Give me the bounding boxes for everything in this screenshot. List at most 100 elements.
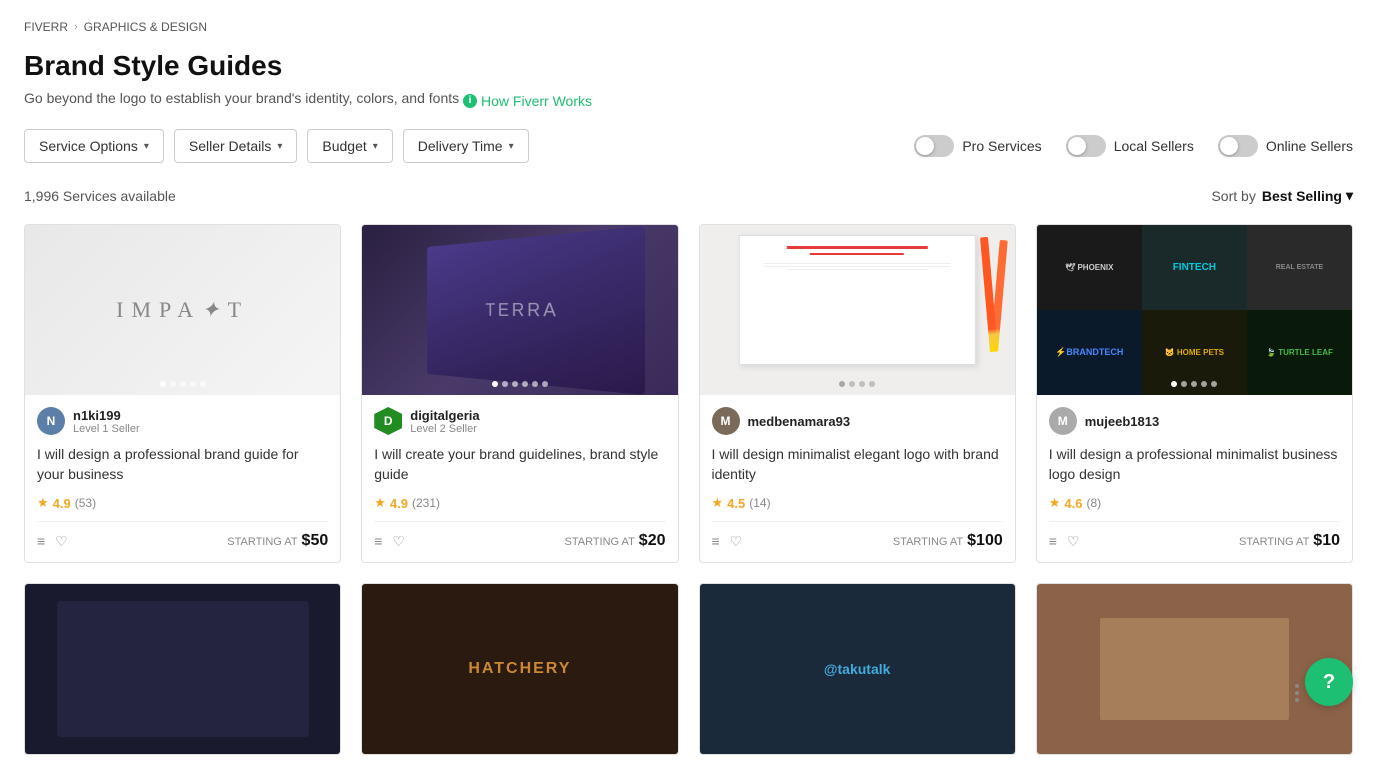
card-actions-2: ≡ ♡ (712, 533, 743, 550)
seller-name-0: n1ki199 (73, 408, 140, 423)
seller-meta-0: n1ki199 Level 1 Seller (73, 408, 140, 435)
price-1: $20 (639, 532, 666, 550)
list-icon[interactable]: ≡ (712, 533, 720, 549)
card-title-3: I will design a professional minimalist … (1049, 445, 1340, 485)
listing-card-6[interactable]: @takutalk (699, 583, 1016, 755)
dot (1201, 381, 1207, 387)
card-title-0: I will design a professional brand guide… (37, 445, 328, 485)
card-body-1: D digitalgeria Level 2 Seller I will cre… (362, 395, 677, 562)
seller-info-1: D digitalgeria Level 2 Seller (374, 407, 665, 435)
sort-value-button[interactable]: Best Selling ▾ (1262, 187, 1353, 204)
pro-services-toggle-item: Pro Services (914, 135, 1041, 157)
card-image-4 (25, 584, 340, 754)
seller-info-3: M mujeeb1813 (1049, 407, 1340, 435)
listing-card-7[interactable] (1036, 583, 1353, 755)
seller-name-2: medbenamara93 (748, 414, 851, 429)
online-sellers-toggle[interactable] (1218, 135, 1258, 157)
card-image-6: @takutalk (700, 584, 1015, 754)
chevron-down-icon: ▾ (373, 141, 378, 152)
local-sellers-toggle[interactable] (1066, 135, 1106, 157)
card-body-2: M medbenamara93 I will design minimalist… (700, 395, 1015, 562)
price-2: $100 (967, 532, 1003, 550)
starting-at-label: STARTING AT (1239, 536, 1309, 548)
card-footer-2: ≡ ♡ STARTING AT $100 (712, 521, 1003, 550)
price-info-2: STARTING AT $100 (893, 532, 1003, 550)
list-icon[interactable]: ≡ (374, 533, 382, 549)
how-fiverr-works-link[interactable]: i How Fiverr Works (463, 93, 592, 109)
avatar-0: N (37, 407, 65, 435)
list-icon[interactable]: ≡ (37, 533, 45, 549)
listing-card-0[interactable]: IMPA✦T N n1ki199 Level 1 Seller (24, 224, 341, 563)
dot (522, 381, 528, 387)
dot (512, 381, 518, 387)
card-actions-0: ≡ ♡ (37, 533, 68, 550)
help-dots[interactable] (1295, 684, 1299, 702)
breadcrumb-graphics[interactable]: GRAPHICS & DESIGN (84, 20, 207, 34)
star-icon: ★ (37, 495, 49, 511)
starting-at-label: STARTING AT (565, 536, 635, 548)
dot (1191, 381, 1197, 387)
seller-meta-1: digitalgeria Level 2 Seller (410, 408, 479, 435)
heart-icon[interactable]: ♡ (1067, 533, 1080, 550)
listing-card-5[interactable]: HATCHERY (361, 583, 678, 755)
pro-services-toggle[interactable] (914, 135, 954, 157)
heart-icon[interactable]: ♡ (730, 533, 743, 550)
card-dots (1171, 381, 1217, 387)
toggle-knob (916, 137, 934, 155)
seller-details-button[interactable]: Seller Details ▾ (174, 129, 298, 163)
price-info-3: STARTING AT $10 (1239, 532, 1340, 550)
seller-name-1: digitalgeria (410, 408, 479, 423)
help-button[interactable]: ? (1305, 658, 1353, 706)
service-options-button[interactable]: Service Options ▾ (24, 129, 164, 163)
online-sellers-toggle-item: Online Sellers (1218, 135, 1353, 157)
logo-cell-fintech: FINTECH (1142, 225, 1247, 310)
delivery-time-button[interactable]: Delivery Time ▾ (403, 129, 529, 163)
page-subtitle: Go beyond the logo to establish your bra… (24, 90, 1353, 109)
budget-button[interactable]: Budget ▾ (307, 129, 392, 163)
card-image-0: IMPA✦T (25, 225, 340, 395)
star-icon: ★ (712, 495, 724, 511)
listing-card-4[interactable] (24, 583, 341, 755)
card-dots (839, 381, 875, 387)
cards-grid: IMPA✦T N n1ki199 Level 1 Seller (24, 224, 1353, 563)
chevron-down-icon: ▾ (277, 141, 282, 152)
listing-card-3[interactable]: 🕊 PHOENIX FINTECH REAL ESTATE ⚡BRANDTECH… (1036, 224, 1353, 563)
listing-card-1[interactable]: TERRA D digitalgeria Level 2 Seller (361, 224, 678, 563)
avatar-1: D (374, 407, 402, 435)
card-actions-1: ≡ ♡ (374, 533, 405, 550)
book-visual: TERRA (427, 226, 645, 395)
dot (190, 381, 196, 387)
price-info-0: STARTING AT $50 (227, 532, 328, 550)
toggle-knob (1220, 137, 1238, 155)
card-body-0: N n1ki199 Level 1 Seller I will design a… (25, 395, 340, 562)
dot (849, 381, 855, 387)
listing-card-2[interactable]: M medbenamara93 I will design minimalist… (699, 224, 1016, 563)
dot (1295, 698, 1299, 702)
toggles-group: Pro Services Local Sellers Online Seller… (914, 135, 1353, 157)
pro-services-label: Pro Services (962, 138, 1041, 154)
card-footer-3: ≡ ♡ STARTING AT $10 (1049, 521, 1340, 550)
breadcrumb-sep-1: › (74, 21, 78, 33)
breadcrumb-fiverr[interactable]: FIVERR (24, 20, 68, 34)
local-sellers-label: Local Sellers (1114, 138, 1194, 154)
card-image-1: TERRA (362, 225, 677, 395)
card-footer-1: ≡ ♡ STARTING AT $20 (374, 521, 665, 550)
chevron-down-icon: ▾ (1346, 187, 1353, 204)
dot (200, 381, 206, 387)
logos-grid: 🕊 PHOENIX FINTECH REAL ESTATE ⚡BRANDTECH… (1037, 225, 1352, 395)
card-image-2 (700, 225, 1015, 395)
rating-score-3: 4.6 (1064, 496, 1082, 511)
card-title-1: I will create your brand guidelines, bra… (374, 445, 665, 485)
heart-icon[interactable]: ♡ (392, 533, 405, 550)
page-title: Brand Style Guides (24, 50, 1353, 82)
dot (1295, 684, 1299, 688)
stationery-paper (739, 235, 975, 365)
online-sellers-label: Online Sellers (1266, 138, 1353, 154)
list-icon[interactable]: ≡ (1049, 533, 1057, 549)
seller-name-3: mujeeb1813 (1085, 414, 1159, 429)
results-count: 1,996 Services available (24, 188, 176, 204)
rating-count-2: (14) (749, 496, 770, 510)
rating-score-2: 4.5 (727, 496, 745, 511)
heart-icon[interactable]: ♡ (55, 533, 68, 550)
dot (502, 381, 508, 387)
